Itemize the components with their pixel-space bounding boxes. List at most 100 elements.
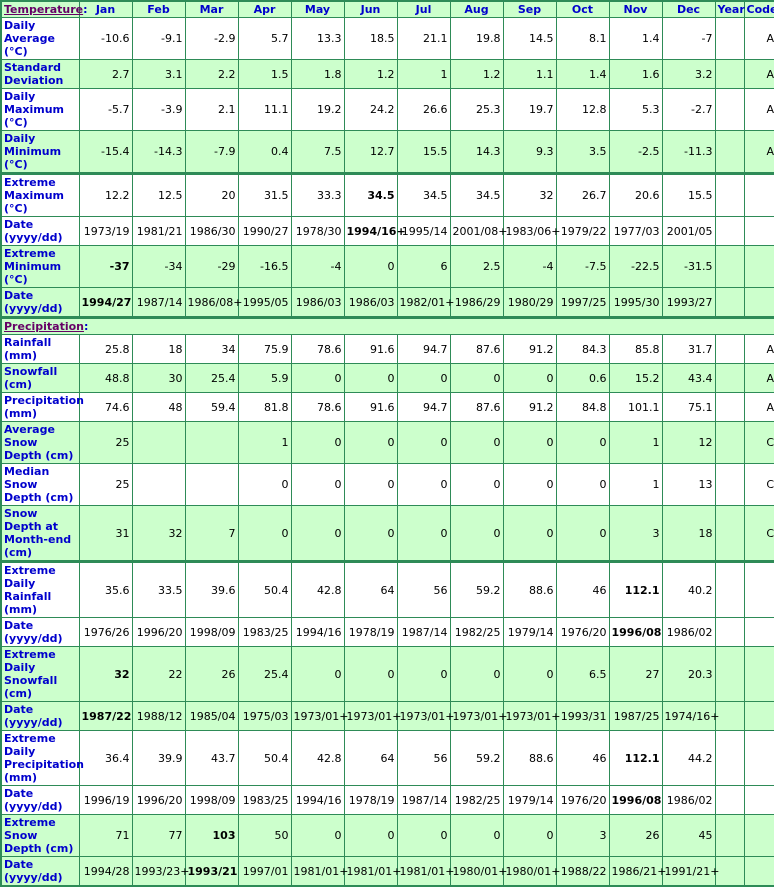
code-cell: C	[743, 421, 774, 464]
value-cell: 1.2	[343, 59, 398, 89]
value-cell: 0	[396, 505, 451, 562]
table-row: Date (yyyy/dd) 1996/19 1996/20 1998/09 1983/…	[0, 785, 774, 815]
col-header-code: Code	[743, 0, 774, 18]
row-label: Date (yyyy/dd)	[0, 216, 80, 246]
value-cell: 39.9	[131, 730, 186, 786]
value-cell: 0	[449, 505, 504, 562]
table-row: Standard Deviation 2.7 3.1 2.2 1.5 1.8 1.2 1 1.2…	[0, 59, 774, 89]
value-cell: 1980/29	[502, 287, 557, 318]
value-cell: -3.9	[131, 88, 186, 131]
value-cell: 1982/25	[449, 785, 504, 815]
temperature-link[interactable]: Temperature	[4, 3, 83, 16]
value-cell: 32	[131, 505, 186, 562]
value-cell: 33.5	[131, 560, 186, 618]
value-cell: 81.8	[237, 392, 292, 422]
value-cell: 13.3	[290, 17, 345, 60]
value-cell: -2.7	[661, 88, 716, 131]
value-cell: 20.6	[608, 172, 663, 217]
value-cell: 1986/03	[290, 287, 345, 318]
code-cell	[743, 245, 774, 288]
value-cell: 39.6	[184, 560, 239, 618]
year-cell	[714, 287, 745, 318]
row-label: Date (yyyy/dd)	[0, 617, 80, 647]
code-cell	[743, 560, 774, 618]
value-cell: 84.8	[555, 392, 610, 422]
col-header-apr: Apr	[237, 0, 292, 18]
value-cell: 0	[290, 463, 345, 506]
value-cell: 25.8	[78, 334, 133, 364]
value-cell: 31	[78, 505, 133, 562]
colon: :	[83, 320, 89, 333]
year-cell	[714, 701, 745, 731]
col-header-oct: Oct	[555, 0, 610, 18]
year-cell	[714, 17, 745, 60]
value-cell: 1995/05	[237, 287, 292, 318]
value-cell: 0	[343, 363, 398, 393]
value-cell: 1997/01	[237, 856, 292, 887]
value-cell: 44.2	[661, 730, 716, 786]
value-cell: 5.3	[608, 88, 663, 131]
value-cell: 8.1	[555, 17, 610, 60]
value-cell: 1986/03	[343, 287, 398, 318]
year-cell	[714, 421, 745, 464]
value-cell: 1977/03	[608, 216, 663, 246]
col-header-feb: Feb	[131, 0, 186, 18]
value-cell: 50.4	[237, 730, 292, 786]
value-cell: 1993/23+	[131, 856, 189, 887]
value-cell: -10.6	[78, 17, 133, 60]
value-cell: 112.1	[608, 560, 663, 618]
value-cell: 0	[290, 646, 345, 702]
value-cell: 0	[555, 463, 610, 506]
value-cell: 50	[237, 814, 292, 857]
value-cell: 0	[502, 505, 557, 562]
row-label: Extreme Maximum (°C)	[0, 172, 80, 217]
value-cell: 101.1	[608, 392, 663, 422]
value-cell: -9.1	[131, 17, 186, 60]
value-cell: 1994/28	[78, 856, 133, 887]
value-cell: 1985/04	[184, 701, 239, 731]
year-cell	[714, 560, 745, 618]
value-cell: 48.8	[78, 363, 133, 393]
precipitation-link[interactable]: Precipitation	[4, 320, 84, 333]
value-cell: 91.6	[343, 392, 398, 422]
value-cell: 64	[343, 560, 398, 618]
value-cell: 31.7	[661, 334, 716, 364]
value-cell: 36.4	[78, 730, 133, 786]
value-cell: 0	[449, 463, 504, 506]
value-cell: 12.2	[78, 172, 133, 217]
value-cell: 75.1	[661, 392, 716, 422]
precipitation-section: Rainfall (mm) 25.8 18 34 75.9 78.6 91.6 94.7 87.…	[0, 334, 774, 887]
value-cell: 0.6	[555, 363, 610, 393]
table-row: Rainfall (mm) 25.8 18 34 75.9 78.6 91.6 94.7 87.…	[0, 334, 774, 364]
value-cell: 1986/08+	[184, 287, 242, 318]
value-cell: 32	[502, 172, 557, 217]
value-cell: 20.3	[661, 646, 716, 702]
value-cell: 3	[555, 814, 610, 857]
value-cell: 91.6	[343, 334, 398, 364]
value-cell: 1981/01+	[343, 856, 401, 887]
value-cell: 7.5	[290, 130, 345, 174]
value-cell: -7	[661, 17, 716, 60]
value-cell: 0	[343, 646, 398, 702]
value-cell: 0	[396, 814, 451, 857]
row-label: Extreme Daily Rainfall (mm)	[0, 560, 80, 618]
value-cell: 0	[502, 463, 557, 506]
value-cell: 1986/02	[661, 785, 716, 815]
value-cell: 0	[449, 814, 504, 857]
value-cell: 1983/25	[237, 617, 292, 647]
value-cell: 1983/06+	[502, 216, 560, 246]
value-cell: 46	[555, 560, 610, 618]
value-cell: 2001/08+	[449, 216, 507, 246]
value-cell: 0	[290, 363, 345, 393]
value-cell: -31.5	[661, 245, 716, 288]
code-cell: C	[743, 505, 774, 562]
row-label: Daily Maximum (°C)	[0, 88, 80, 131]
value-cell: 0	[290, 814, 345, 857]
value-cell: 42.8	[290, 560, 345, 618]
value-cell: 1998/09	[184, 617, 239, 647]
value-cell: -37	[78, 245, 133, 288]
value-cell: 1976/20	[555, 785, 610, 815]
value-cell: 3	[608, 505, 663, 562]
value-cell: 19.7	[502, 88, 557, 131]
value-cell: 1981/21	[131, 216, 186, 246]
